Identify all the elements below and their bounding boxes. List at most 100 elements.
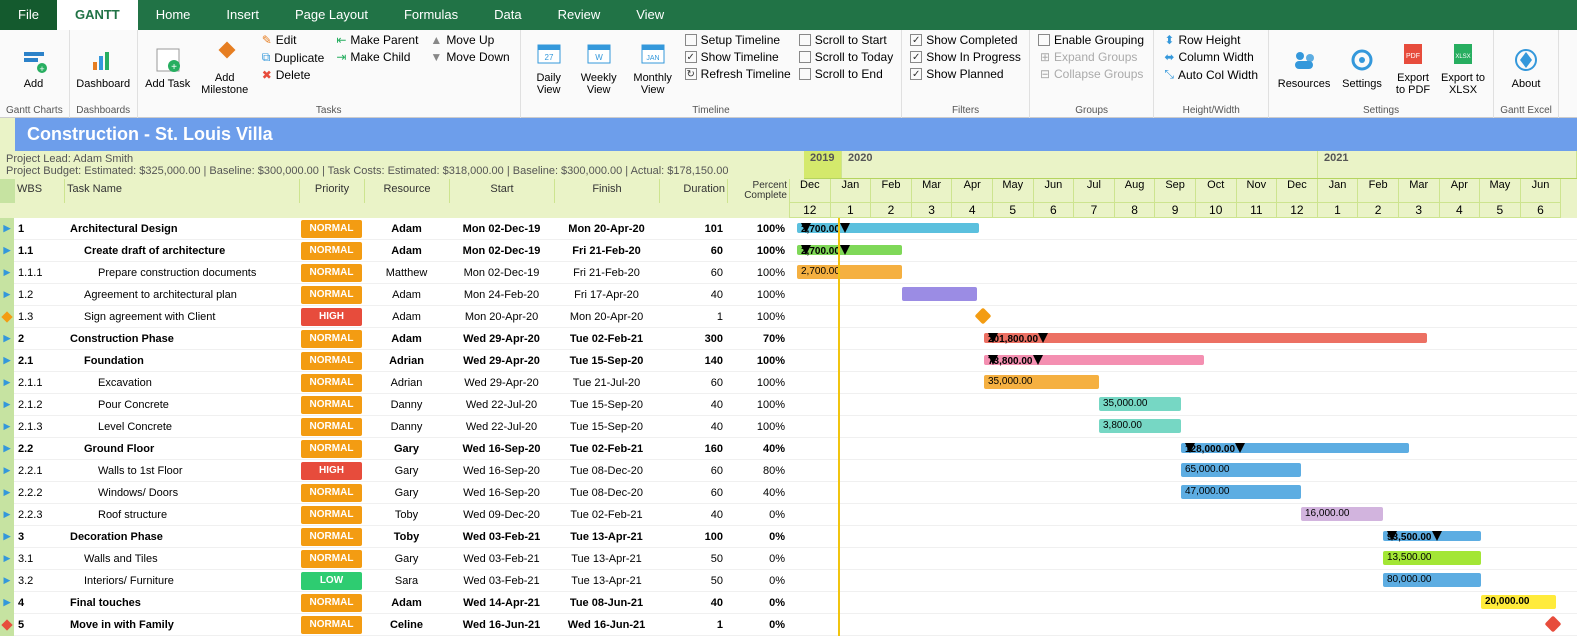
gantt-bar[interactable]: 3,800.00	[1099, 419, 1181, 433]
weekly-view-button[interactable]: WWeekly View	[575, 32, 623, 102]
gantt-bar[interactable]: 65,000.00	[1181, 463, 1301, 477]
task-row[interactable]: ▶1.1Create draft of architectureNORMALAd…	[0, 240, 1577, 262]
gantt-bar[interactable]: 80,000.00	[1383, 573, 1481, 587]
task-row[interactable]: ▶2.2Ground FloorNORMALGaryWed 16-Sep-20T…	[0, 438, 1577, 460]
enable-grouping-check[interactable]: Enable Grouping	[1036, 32, 1147, 48]
gantt-bar[interactable]: 13,500.00	[1383, 551, 1481, 565]
gantt-bar[interactable]: 128,000.00	[1181, 443, 1409, 453]
task-row[interactable]: ▶1Architectural DesignNORMALAdamMon 02-D…	[0, 218, 1577, 240]
row-icon[interactable]: ▶	[0, 482, 14, 504]
task-row[interactable]: ▶2.2.1Walls to 1st FloorHIGHGaryWed 16-S…	[0, 460, 1577, 482]
task-row[interactable]: ▶2.1.2Pour ConcreteNORMALDannyWed 22-Jul…	[0, 394, 1577, 416]
show-completed-check[interactable]: ✓Show Completed	[908, 32, 1023, 48]
row-icon[interactable]: ▶	[0, 372, 14, 394]
collapse-groups-button[interactable]: ⊟Collapse Groups	[1036, 66, 1147, 82]
task-row[interactable]: ▶3.2Interiors/ FurnitureLOWSaraWed 03-Fe…	[0, 570, 1577, 592]
tab-gantt[interactable]: GANTT	[57, 0, 138, 30]
row-icon[interactable]: ▶	[0, 328, 14, 350]
row-icon[interactable]: ▶	[0, 240, 14, 262]
task-row[interactable]: ▶2.2.3Roof structureNORMALTobyWed 09-Dec…	[0, 504, 1577, 526]
tab-pagelayout[interactable]: Page Layout	[277, 0, 386, 30]
row-icon[interactable]: ▶	[0, 284, 14, 306]
setup-timeline-button[interactable]: Setup Timeline	[683, 32, 793, 48]
gantt-bar[interactable]	[1545, 615, 1562, 632]
auto-col-width-button[interactable]: ⤡Auto Col Width	[1160, 66, 1262, 83]
gantt-bar[interactable]: 2,700.00	[797, 223, 979, 233]
tab-view[interactable]: View	[618, 0, 682, 30]
row-icon[interactable]: ▶	[0, 416, 14, 438]
row-icon[interactable]: ▶	[0, 570, 14, 592]
row-icon[interactable]: ▶	[0, 350, 14, 372]
move-up-button[interactable]: ▲Move Up	[426, 32, 513, 48]
show-inprogress-check[interactable]: ✓Show In Progress	[908, 49, 1023, 65]
gantt-bar[interactable]: 93,500.00	[1383, 531, 1481, 541]
column-width-button[interactable]: ⬌Column Width	[1160, 49, 1262, 65]
row-icon[interactable]: ▶	[0, 218, 14, 240]
about-button[interactable]: About	[1500, 32, 1552, 102]
scroll-today-button[interactable]: Scroll to Today	[797, 49, 896, 65]
task-row[interactable]: ▶4Final touchesNORMALAdamWed 14-Apr-21Tu…	[0, 592, 1577, 614]
move-down-button[interactable]: ▼Move Down	[426, 49, 513, 65]
row-icon[interactable]: ▶	[0, 592, 14, 614]
expand-groups-button[interactable]: ⊞Expand Groups	[1036, 49, 1147, 65]
row-icon[interactable]: ▶	[0, 460, 14, 482]
make-parent-button[interactable]: ⇤Make Parent	[332, 32, 422, 48]
show-planned-check[interactable]: ✓Show Planned	[908, 66, 1023, 82]
gantt-bar[interactable]: 73,800.00	[984, 355, 1204, 365]
row-icon[interactable]: ▶	[0, 262, 14, 284]
export-xlsx-button[interactable]: XLSXExport to XLSX	[1439, 32, 1487, 102]
tab-file[interactable]: File	[0, 0, 57, 30]
daily-view-button[interactable]: 27Daily View	[527, 32, 571, 102]
gantt-bar[interactable]: 20,000.00	[1481, 595, 1556, 609]
gantt-bar[interactable]: 35,000.00	[1099, 397, 1181, 411]
gantt-bar[interactable]	[975, 307, 992, 324]
make-child-button[interactable]: ⇥Make Child	[332, 49, 422, 65]
row-icon[interactable]	[0, 614, 14, 636]
gantt-bar[interactable]: 2,700.00	[797, 245, 902, 255]
tab-insert[interactable]: Insert	[208, 0, 277, 30]
tab-data[interactable]: Data	[476, 0, 539, 30]
resources-button[interactable]: Resources	[1275, 32, 1333, 102]
task-row[interactable]: ▶3.1Walls and TilesNORMALGaryWed 03-Feb-…	[0, 548, 1577, 570]
row-icon[interactable]: ▶	[0, 548, 14, 570]
row-icon[interactable]: ▶	[0, 504, 14, 526]
task-row[interactable]: ▶1.2Agreement to architectural planNORMA…	[0, 284, 1577, 306]
show-timeline-check[interactable]: ✓Show Timeline	[683, 49, 793, 65]
task-row[interactable]: ▶1.1.1Prepare construction documentsNORM…	[0, 262, 1577, 284]
task-row[interactable]: ▶2.1FoundationNORMALAdrianWed 29-Apr-20T…	[0, 350, 1577, 372]
export-pdf-button[interactable]: PDFExport to PDF	[1391, 32, 1435, 102]
dashboard-button[interactable]: Dashboard	[76, 32, 131, 102]
add-milestone-button[interactable]: Add Milestone	[196, 32, 254, 102]
gantt-bar[interactable]: 16,000.00	[1301, 507, 1383, 521]
gantt-bar[interactable]: 2,700.00	[797, 265, 902, 279]
tab-review[interactable]: Review	[540, 0, 619, 30]
add-button[interactable]: +Add	[6, 32, 61, 102]
task-row[interactable]: 1.3Sign agreement with ClientHIGHAdamMon…	[0, 306, 1577, 328]
gantt-bar[interactable]: 201,800.00	[984, 333, 1427, 343]
tab-home[interactable]: Home	[138, 0, 209, 30]
row-icon[interactable]: ▶	[0, 526, 14, 548]
task-row[interactable]: ▶2.1.1ExcavationNORMALAdrianWed 29-Apr-2…	[0, 372, 1577, 394]
settings-button[interactable]: Settings	[1337, 32, 1387, 102]
row-height-button[interactable]: ⬍Row Height	[1160, 32, 1262, 48]
gantt-bar[interactable]: 47,000.00	[1181, 485, 1301, 499]
monthly-view-button[interactable]: JANMonthly View	[627, 32, 679, 102]
delete-button[interactable]: ✖Delete	[258, 67, 329, 83]
gantt-bar[interactable]: 35,000.00	[984, 375, 1099, 389]
row-icon[interactable]	[0, 306, 14, 328]
duplicate-button[interactable]: ⧉Duplicate	[258, 49, 329, 66]
gantt-bar[interactable]	[902, 287, 977, 301]
task-row[interactable]: 5Move in with FamilyNORMALCelineWed 16-J…	[0, 614, 1577, 636]
row-icon[interactable]: ▶	[0, 394, 14, 416]
row-icon[interactable]: ▶	[0, 438, 14, 460]
add-task-button[interactable]: +Add Task	[144, 32, 192, 102]
scroll-end-button[interactable]: Scroll to End	[797, 66, 896, 82]
task-row[interactable]: ▶2Construction PhaseNORMALAdamWed 29-Apr…	[0, 328, 1577, 350]
refresh-timeline-button[interactable]: ↻Refresh Timeline	[683, 66, 793, 82]
task-row[interactable]: ▶3Decoration PhaseNORMALTobyWed 03-Feb-2…	[0, 526, 1577, 548]
task-row[interactable]: ▶2.2.2Windows/ DoorsNORMALGaryWed 16-Sep…	[0, 482, 1577, 504]
scroll-start-button[interactable]: Scroll to Start	[797, 32, 896, 48]
edit-button[interactable]: ✎Edit	[258, 32, 329, 48]
tab-formulas[interactable]: Formulas	[386, 0, 476, 30]
task-row[interactable]: ▶2.1.3Level ConcreteNORMALDannyWed 22-Ju…	[0, 416, 1577, 438]
